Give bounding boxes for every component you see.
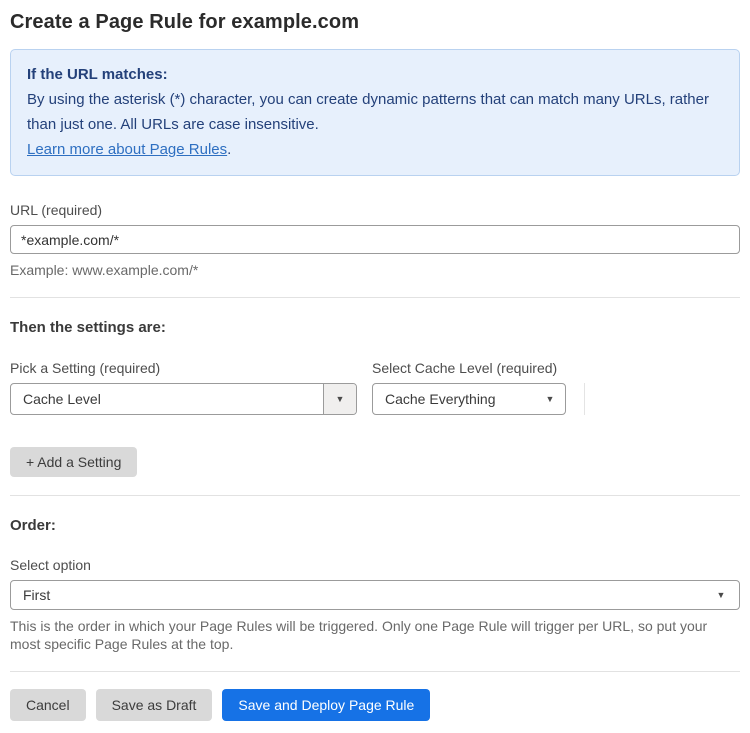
page-rule-form: Create a Page Rule for example.com If th…	[0, 0, 750, 733]
order-select-label: Select option	[10, 557, 91, 573]
save-as-draft-button[interactable]: Save as Draft	[95, 689, 213, 721]
cache-level-picker-label: Select Cache Level (required)	[372, 360, 558, 376]
setting-picker-value: Cache Level	[23, 391, 101, 407]
divider	[10, 671, 740, 672]
settings-section-heading: Then the settings are:	[10, 319, 166, 336]
order-select-value: First	[23, 587, 51, 603]
url-field-helper: Example: www.example.com/*	[10, 262, 199, 278]
settings-row: Pick a Setting (required) Cache Level ▼ …	[10, 360, 740, 415]
chevron-down-icon: ▼	[545, 393, 555, 404]
divider	[10, 297, 740, 298]
order-helper-text: This is the order in which your Page Rul…	[10, 618, 708, 652]
divider	[10, 495, 740, 496]
setting-picker-arrow-button[interactable]: ▼	[323, 384, 356, 414]
cancel-button[interactable]: Cancel	[10, 689, 86, 721]
setting-group-separator	[584, 383, 585, 415]
order-select-arrow: ▼	[703, 581, 739, 609]
add-setting-button[interactable]: + Add a Setting	[10, 447, 138, 477]
url-field-label: URL (required)	[10, 202, 103, 218]
info-box-heading: If the URL matches:	[27, 66, 168, 83]
url-match-info-box: If the URL matches: By using the asteris…	[10, 49, 740, 176]
order-section-heading: Order:	[10, 517, 56, 534]
info-box-body: By using the asterisk (*) character, you…	[27, 91, 709, 133]
cache-level-arrow: ▼	[535, 384, 565, 414]
save-and-deploy-button[interactable]: Save and Deploy Page Rule	[222, 689, 431, 721]
form-actions: Cancel Save as Draft Save and Deploy Pag…	[10, 689, 740, 721]
cache-level-picker-group: Select Cache Level (required) Cache Ever…	[372, 360, 566, 415]
chevron-down-icon: ▼	[716, 589, 726, 600]
cache-level-value: Cache Everything	[385, 391, 496, 407]
link-suffix: .	[227, 141, 232, 158]
url-input[interactable]	[10, 225, 740, 254]
setting-picker-group: Pick a Setting (required) Cache Level ▼	[10, 360, 357, 415]
setting-picker-label: Pick a Setting (required)	[10, 360, 161, 376]
chevron-down-icon: ▼	[335, 393, 345, 404]
cache-level-select[interactable]: Cache Everything ▼	[372, 383, 566, 415]
setting-picker-select[interactable]: Cache Level ▼	[10, 383, 357, 415]
order-select[interactable]: First ▼	[10, 580, 740, 610]
learn-more-link[interactable]: Learn more about Page Rules	[27, 141, 227, 158]
page-title: Create a Page Rule for example.com	[10, 11, 360, 33]
info-box-link-line: Learn more about Page Rules.	[27, 137, 723, 162]
